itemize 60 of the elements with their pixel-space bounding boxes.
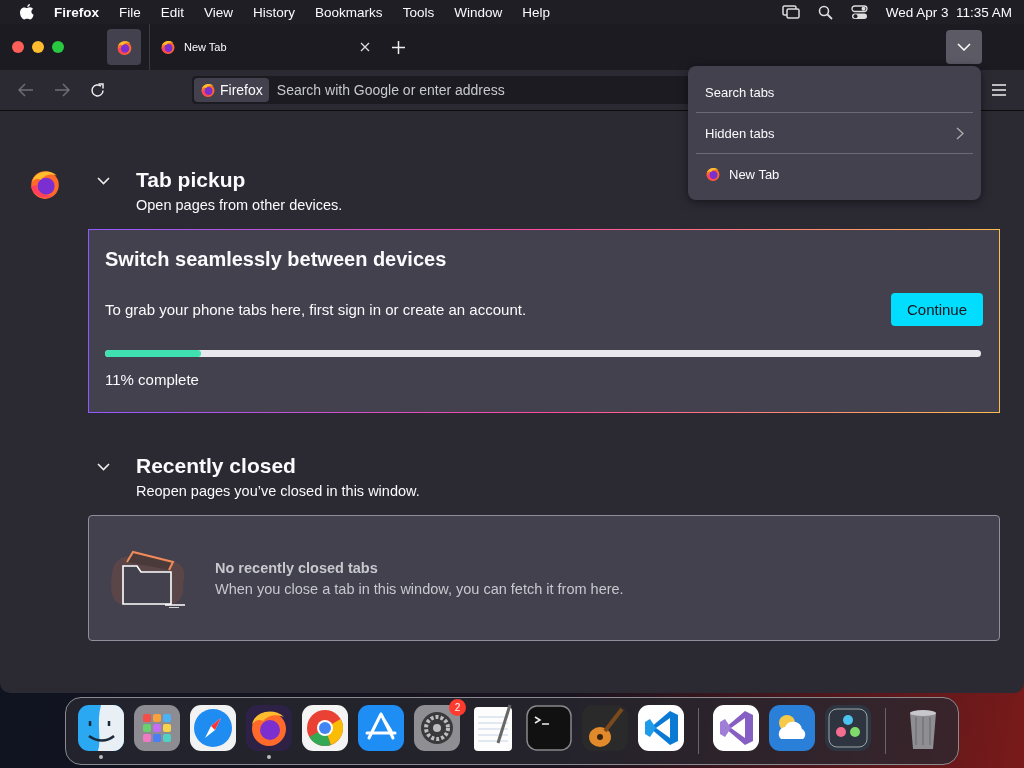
code-icon[interactable]: [711, 702, 761, 753]
menu-item[interactable]: Edit: [160, 4, 185, 20]
menu-item[interactable]: Search tabs: [696, 72, 973, 112]
menu-icon[interactable]: [992, 84, 1006, 96]
progress-label: 11% complete: [105, 371, 200, 388]
dots-icon[interactable]: [823, 702, 873, 753]
fox-icon: [200, 82, 216, 98]
menu-item[interactable]: Bookmarks: [315, 4, 383, 20]
menu-item[interactable]: New Tab: [696, 154, 973, 194]
identity-badge[interactable]: Firefox: [194, 78, 269, 102]
section-subtitle: Reopen pages you’ve closed in this window.: [136, 483, 421, 499]
forward-icon[interactable]: [54, 83, 70, 97]
face-icon[interactable]: [76, 702, 126, 753]
search-icon[interactable]: [817, 4, 833, 20]
section-subtitle: Open pages from other devices.: [136, 197, 344, 213]
new-tab-icon[interactable]: [392, 40, 405, 54]
browser-tab[interactable]: New Tab: [158, 29, 380, 65]
menu-item[interactable]: View: [204, 4, 234, 20]
tab-title: New Tab: [184, 41, 228, 53]
menu-item[interactable]: Help: [522, 4, 550, 20]
section-title: Recently closed: [136, 454, 296, 478]
menu-item[interactable]: History: [253, 4, 296, 20]
code-icon[interactable]: [636, 702, 686, 753]
menu-bar-clock[interactable]: Wed Apr 3 11:35 AM: [885, 4, 1012, 20]
menu-item[interactable]: Tools: [402, 4, 435, 20]
menu-item[interactable]: File: [119, 4, 141, 20]
notification-badge: 2: [449, 698, 466, 716]
menu-item[interactable]: Hidden tabs: [696, 113, 973, 153]
minimize-window-button[interactable]: [32, 41, 44, 53]
card-text: To grab your phone tabs here, first sign in or create an account.: [105, 301, 527, 318]
guitar-icon[interactable]: [580, 702, 630, 753]
close-icon[interactable]: [360, 42, 370, 52]
fox-icon: [705, 166, 721, 182]
toggles-icon[interactable]: [850, 4, 868, 20]
fox-icon[interactable]: [244, 702, 294, 753]
ring-icon[interactable]: [300, 702, 350, 753]
close-window-button[interactable]: [12, 41, 24, 53]
fox-icon: [115, 38, 133, 56]
empty-text: When you close a tab in this window, you can fetch it from here.: [215, 580, 624, 597]
chevron-down-icon: [957, 43, 971, 51]
continue-button[interactable]: Continue: [890, 293, 983, 326]
chevron-right-icon: [956, 126, 964, 140]
screens-icon[interactable]: [781, 5, 800, 19]
list-tabs-button[interactable]: [946, 30, 982, 64]
view-button[interactable]: [107, 29, 141, 65]
menu-item[interactable]: Window: [454, 4, 503, 20]
back-icon[interactable]: [18, 83, 34, 97]
card-heading: Switch seamlessly between devices: [105, 248, 448, 271]
zoom-window-button[interactable]: [52, 41, 64, 53]
terminal-icon[interactable]: [524, 702, 574, 753]
cloud-icon[interactable]: [767, 702, 817, 753]
apple-icon[interactable]: [20, 4, 34, 20]
grid-icon[interactable]: [132, 702, 182, 753]
reload-icon[interactable]: [90, 82, 105, 98]
app-menu[interactable]: Firefox: [54, 4, 99, 20]
section-title: Tab pickup: [136, 168, 246, 192]
compass-icon[interactable]: [188, 702, 238, 753]
gear-icon[interactable]: [412, 702, 462, 753]
empty-heading: No recently closed tabs: [215, 559, 379, 576]
fox-icon: [160, 39, 176, 55]
